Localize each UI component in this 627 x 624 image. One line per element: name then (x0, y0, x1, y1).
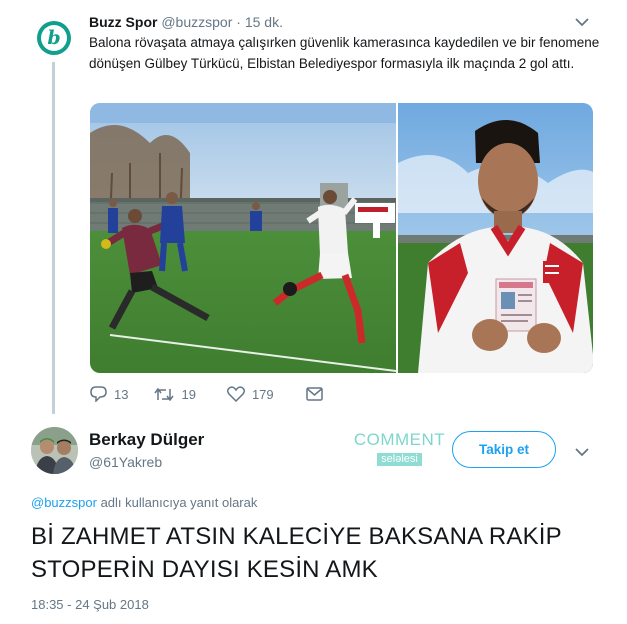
chevron-down-icon[interactable] (575, 14, 589, 30)
heart-icon (226, 386, 245, 402)
like-count: 179 (251, 386, 274, 402)
like-button[interactable]: 179 (226, 386, 274, 402)
retweet-icon (154, 387, 175, 402)
reply-count: 13 (114, 386, 129, 402)
player-id-photo[interactable] (396, 103, 593, 373)
author-handle[interactable]: @61Yakreb (89, 454, 162, 470)
mention-link[interactable]: @buzzspor (31, 495, 97, 510)
reply-button[interactable]: 13 (90, 386, 128, 402)
tweet-actions: 13 19 179 (90, 386, 323, 402)
tweet-text: Bİ ZAHMET ATSIN KALECİYE BAKSANA RAKİP S… (31, 523, 562, 583)
avatar-letter: b (41, 25, 67, 51)
watermark-subtext: seləlesi (377, 453, 422, 466)
tweet-media[interactable] (90, 103, 593, 373)
tweet-timestamp[interactable]: 18:35 - 24 Şub 2018 (31, 597, 149, 612)
author-handle[interactable]: @buzzspor (161, 14, 232, 30)
berkay-avatar[interactable] (31, 427, 78, 474)
dm-button[interactable] (305, 387, 323, 401)
buzzspor-avatar[interactable]: b (37, 21, 71, 55)
reply-context-text: adlı kullanıcıya yanıt olarak (96, 495, 258, 510)
tweet-header: Buzz Spor @buzzspor · 15 dk. (89, 14, 283, 30)
tweet-text: Balona rövaşata atmaya çalışırken güvenl… (89, 35, 600, 71)
envelope-icon (305, 387, 323, 401)
time-separator: · (236, 14, 241, 30)
tweet-time[interactable]: 15 dk. (245, 14, 283, 30)
retweet-button[interactable]: 19 (154, 386, 196, 402)
follow-button[interactable]: Takip et (452, 431, 556, 468)
reply-context: @buzzspor adlı kullanıcıya yanıt olarak (31, 495, 257, 510)
thread-connector-line (52, 62, 55, 414)
author-name[interactable]: Berkay Dülger (89, 430, 204, 450)
watermark-text: COMMENT (353, 430, 446, 449)
match-photo[interactable] (90, 103, 396, 373)
author-name[interactable]: Buzz Spor (89, 14, 157, 30)
reply-icon (90, 386, 107, 402)
retweet-count: 19 (181, 386, 196, 402)
chevron-down-icon[interactable] (575, 444, 589, 460)
watermark-logo: COMMENT seləlesi (352, 431, 447, 467)
